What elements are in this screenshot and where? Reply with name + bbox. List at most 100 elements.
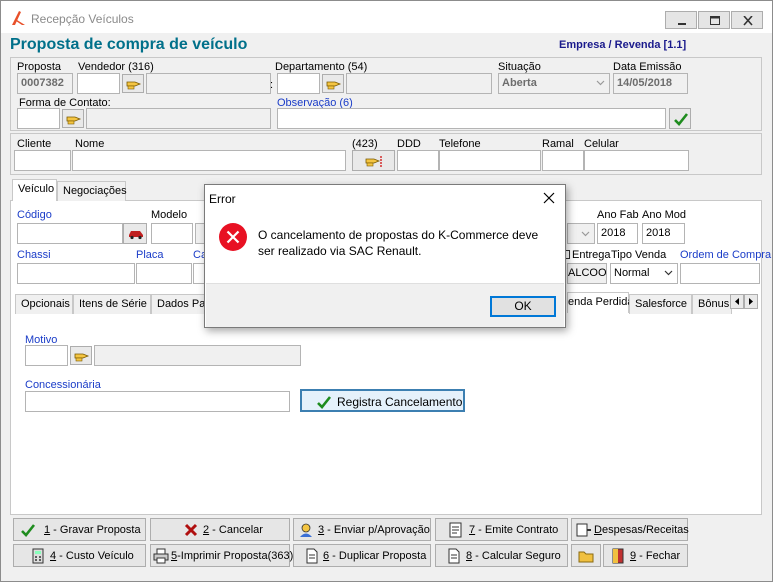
chassi-input[interactable] <box>17 263 135 284</box>
pointing-hand-icon <box>326 81 342 90</box>
imprimir-proposta-button[interactable]: 5-Imprimir Proposta(363) <box>150 544 293 567</box>
duplicar-proposta-button[interactable]: 6 - Duplicar Proposta <box>293 544 431 567</box>
codigo-input[interactable] <box>17 223 123 244</box>
despesas-key: D <box>594 524 602 536</box>
forma-contato-name-field <box>86 108 271 129</box>
cliente-input[interactable] <box>14 150 71 171</box>
ano-fab-input[interactable]: 2018 <box>597 223 638 244</box>
vendedor-lookup-button[interactable] <box>122 74 144 93</box>
placa-input[interactable] <box>136 263 192 284</box>
concessionaria-input[interactable] <box>25 391 290 412</box>
ano-mod-input[interactable]: 2018 <box>642 223 685 244</box>
page-title: Proposta de compra de veículo <box>10 36 248 53</box>
proposta-label: Proposta <box>17 61 62 73</box>
checkmark-icon <box>317 396 332 409</box>
subtab-itens-serie[interactable]: Itens de Série <box>73 294 151 314</box>
calcular-seguro-button[interactable]: 8 - Calcular Seguro <box>435 544 568 567</box>
tab-scroll-left-button[interactable] <box>730 294 744 309</box>
telefone-label: Telefone <box>439 138 481 150</box>
client-lookup-button[interactable] <box>352 150 395 171</box>
ddd-input[interactable] <box>397 150 439 171</box>
imprimir-text: -Imprimir Proposta(363) <box>177 550 294 562</box>
situacao-select[interactable]: Aberta <box>498 73 610 94</box>
duplicar-text: - Duplicar Proposta <box>329 550 427 562</box>
placa-label: Placa <box>136 249 164 261</box>
forma-contato-input[interactable] <box>17 108 60 129</box>
tipo-venda-select[interactable]: Normal <box>610 263 678 284</box>
cancelar-label: 2 - Cancelar <box>203 524 263 536</box>
printer-icon <box>153 548 169 564</box>
forma-contato-lookup-button[interactable] <box>62 109 84 128</box>
close-window-button[interactable] <box>731 11 763 29</box>
subtab-bonus[interactable]: Bônus <box>692 294 732 314</box>
tipo-venda-label: Tipo Venda <box>611 249 667 261</box>
car-icon <box>129 231 143 240</box>
enviar-aprovacao-button[interactable]: 3 - Enviar p/Aprovação <box>293 518 431 541</box>
dialog-footer: OK <box>206 283 564 327</box>
calculator-icon <box>32 548 44 564</box>
ordem-compra-input[interactable] <box>680 263 760 284</box>
tab-veiculo[interactable]: Veículo <box>12 179 57 201</box>
observacao-input[interactable] <box>277 108 666 129</box>
nome-input[interactable] <box>72 150 346 171</box>
version-select-stub <box>567 223 595 244</box>
minimize-icon <box>678 23 686 25</box>
ok-button[interactable]: OK <box>490 296 556 317</box>
despesas-receitas-button[interactable]: Despesas/Receitas <box>571 518 689 541</box>
custo-veiculo-label: 4 - Custo Veículo <box>50 550 134 562</box>
cancelar-button[interactable]: 2 - Cancelar <box>150 518 290 541</box>
close-icon <box>743 16 753 26</box>
subtab-salesforce[interactable]: Salesforce <box>629 294 692 314</box>
vehicle-lookup-button[interactable] <box>123 223 147 244</box>
custo-veiculo-button[interactable]: 4 - Custo Veículo <box>13 544 146 567</box>
gravar-proposta-label: 1 - Gravar Proposta <box>44 524 141 536</box>
ano-mod-label: Ano Mod <box>642 209 687 221</box>
company-label: Empresa / Revenda [1.1] <box>559 39 687 51</box>
observacao-confirm-button[interactable] <box>669 108 691 129</box>
motivo-lookup-button[interactable] <box>70 346 92 365</box>
pointing-hand-icon <box>365 156 382 167</box>
separator-colon: : <box>270 79 274 91</box>
pointing-hand-icon <box>66 116 82 125</box>
subtab-opcionais[interactable]: Opcionais <box>15 294 73 314</box>
imprimir-proposta-label: 5-Imprimir Proposta(363) <box>171 550 293 562</box>
emite-contrato-button[interactable]: 7 - Emite Contrato <box>435 518 568 541</box>
vendedor-code-input[interactable] <box>77 73 120 94</box>
registra-cancelamento-button[interactable]: Registra Cancelamento <box>300 389 465 412</box>
modelo-input[interactable] <box>151 223 193 244</box>
vendedor-label: Vendedor (316) <box>78 61 154 73</box>
tab-scroll-right-button[interactable] <box>744 294 758 309</box>
dialog-close-icon[interactable] <box>541 190 557 206</box>
registra-cancelamento-label: Registra Cancelamento <box>337 395 463 409</box>
combustivel-field: ALCOOL <box>567 263 607 284</box>
enviar-text: - Enviar p/Aprovação <box>324 524 430 536</box>
despesas-text: espesas/Receitas <box>601 524 689 536</box>
ramal-input[interactable] <box>542 150 584 171</box>
tipo-venda-value: Normal <box>614 267 650 279</box>
subtab-dados[interactable]: Dados Pa <box>151 294 205 314</box>
arrow-left-icon <box>735 298 739 305</box>
entrega-label: Entrega <box>572 249 611 261</box>
situacao-label: Situação <box>498 61 541 73</box>
minimize-button[interactable] <box>665 11 697 29</box>
celular-input[interactable] <box>584 150 689 171</box>
departamento-lookup-button[interactable] <box>322 74 344 93</box>
codigo-label: Código <box>17 209 52 221</box>
subtab-venda-perdida[interactable]: enda Perdida <box>567 292 633 313</box>
dialog-message: O cancelamento de propostas do K-Commerc… <box>258 228 539 258</box>
emite-text: - Emite Contrato <box>475 524 559 536</box>
departamento-code-input[interactable] <box>277 73 320 94</box>
client-count-label: (423) <box>352 138 378 150</box>
exit-door-icon <box>612 548 624 564</box>
telefone-input[interactable] <box>439 150 541 171</box>
maximize-button[interactable] <box>698 11 730 29</box>
data-emissao-label: Data Emissão <box>613 61 682 73</box>
data-emissao-field: 14/05/2018 <box>613 73 688 94</box>
contract-icon <box>449 522 462 538</box>
motivo-input[interactable] <box>25 345 68 366</box>
fechar-button[interactable]: 9 - Fechar <box>603 544 688 567</box>
ordem-compra-label: Ordem de Compra <box>680 249 772 261</box>
gravar-proposta-button[interactable]: 1 - Gravar Proposta <box>13 518 146 541</box>
open-folder-button[interactable] <box>571 544 601 567</box>
tab-negociacoes[interactable]: Negociações <box>57 181 127 201</box>
